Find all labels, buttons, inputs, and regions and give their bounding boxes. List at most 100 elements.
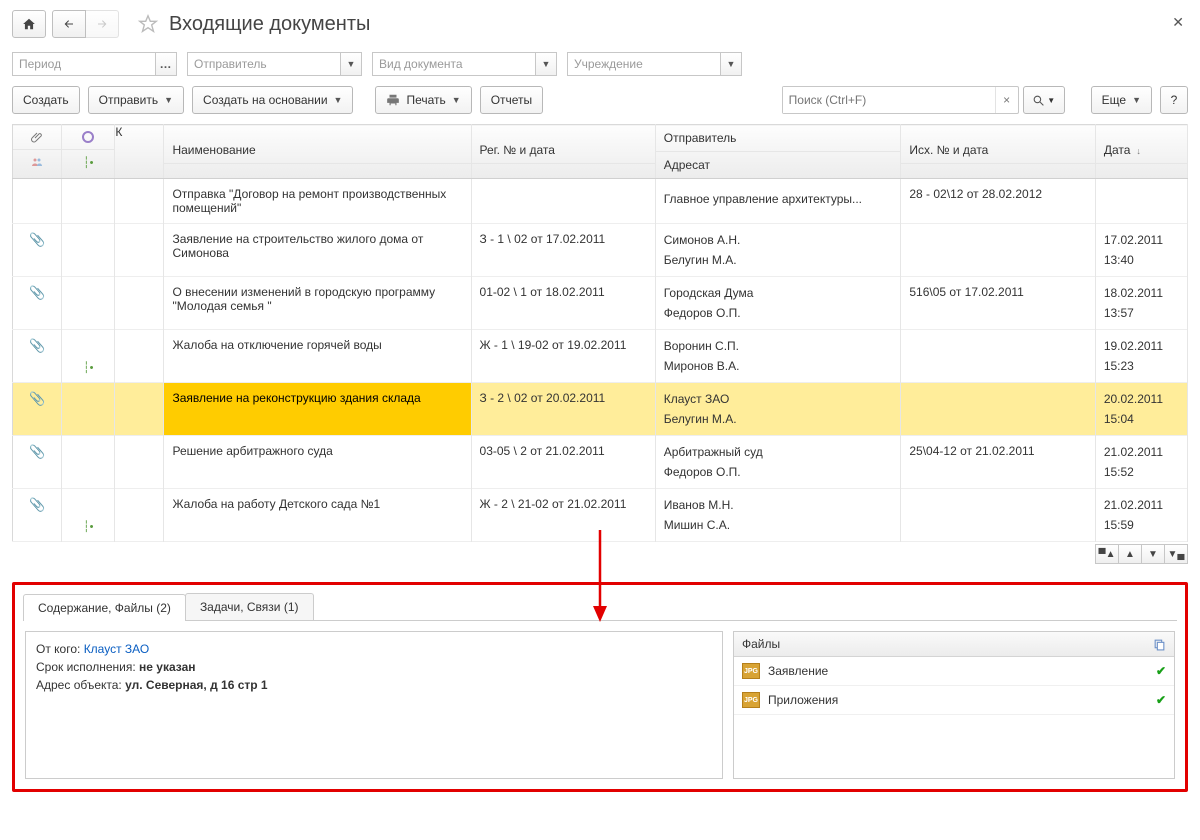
files-header: Файлы (742, 637, 780, 651)
cell-sender: Воронин С.П.Миронов В.А. (655, 330, 901, 383)
favorite-star-button[interactable] (137, 13, 159, 35)
cell-date: 18.02.201113:57 (1095, 277, 1187, 330)
cell-outgoing (901, 383, 1095, 436)
sender-picker[interactable]: ▼ (187, 52, 362, 76)
col-attachment[interactable] (13, 125, 62, 179)
prev-page-button[interactable]: ▲ (1119, 544, 1142, 564)
caret-down-icon: ▼ (347, 59, 356, 69)
ellipsis-icon: … (160, 57, 173, 71)
cell-date: 21.02.201115:59 (1095, 489, 1187, 542)
sender-input[interactable] (187, 52, 340, 76)
doctype-input[interactable] (372, 52, 535, 76)
paperclip-icon: 📎 (29, 338, 45, 353)
search-input[interactable] (783, 87, 995, 113)
back-button[interactable] (52, 10, 86, 38)
cell-sender: Иванов М.Н.Мишин С.А. (655, 489, 901, 542)
cell-reg: 03-05 \ 2 от 21.02.2011 (471, 436, 655, 489)
detail-panel: Содержание, Файлы (2) Задачи, Связи (1) … (12, 582, 1188, 792)
last-page-button[interactable]: ▼▄ (1165, 544, 1188, 564)
period-picker[interactable]: … (12, 52, 177, 76)
table-row[interactable]: 📎О внесении изменений в городскую програ… (13, 277, 1188, 330)
cell-name: Жалоба на работу Детского сада №1 (164, 489, 471, 542)
magnifier-icon (1032, 94, 1045, 107)
tree-icon: ┆• (83, 362, 93, 374)
doctype-picker[interactable]: ▼ (372, 52, 557, 76)
sender-dropdown-button[interactable]: ▼ (340, 52, 362, 76)
close-button[interactable]: ✕ (1172, 14, 1184, 31)
summary-pane: От кого: Клауст ЗАО Срок исполнения: не … (25, 631, 723, 779)
cell-name: Жалоба на отключение горячей воды (164, 330, 471, 383)
period-more-button[interactable]: … (155, 52, 177, 76)
caret-down-icon: ▼ (1047, 96, 1055, 105)
org-input[interactable] (567, 52, 720, 76)
page-title: Входящие документы (169, 13, 370, 36)
address-label: Адрес объекта: (36, 678, 125, 692)
col-date[interactable]: Дата↓ (1095, 125, 1187, 179)
copy-icon (1153, 638, 1166, 651)
table-row[interactable]: 📎 Заявление на реконструкцию здания склад… (13, 383, 1188, 436)
cell-sender: Клауст ЗАОБелугин М.А. (655, 383, 901, 436)
from-link[interactable]: Клауст ЗАО (84, 642, 150, 656)
table-row[interactable]: 📎Заявление на строительство жилого дома … (13, 224, 1188, 277)
col-outgoing[interactable]: Исх. № и дата (901, 125, 1095, 179)
org-dropdown-button[interactable]: ▼ (720, 52, 742, 76)
tab-tasks-links[interactable]: Задачи, Связи (1) (185, 593, 314, 620)
col-reg[interactable]: Рег. № и дата (471, 125, 655, 179)
table-row[interactable]: 📎Решение арбитражного суда03-05 \ 2 от 2… (13, 436, 1188, 489)
home-button[interactable] (12, 10, 46, 38)
table-row[interactable]: 📎┆•Жалоба на отключение горячей водыЖ - … (13, 330, 1188, 383)
create-button[interactable]: Создать (12, 86, 80, 114)
deadline-value: не указан (139, 660, 195, 674)
table-row[interactable]: 📎 ┆• Жалоба на работу Детского сада №1Ж - … (13, 489, 1188, 542)
cell-reg: 01-02 \ 1 от 18.02.2011 (471, 277, 655, 330)
table-row[interactable]: Отправка "Договор на ремонт производстве… (13, 179, 1188, 224)
col-sender[interactable]: Отправитель Адресат (655, 125, 901, 179)
users-icon (30, 156, 44, 168)
file-row[interactable]: JPGПриложения✔ (734, 686, 1174, 715)
cell-outgoing (901, 489, 1095, 542)
home-icon (22, 17, 36, 31)
paperclip-icon: 📎 (29, 285, 45, 300)
forward-button[interactable] (86, 10, 119, 38)
reports-button[interactable]: Отчеты (480, 86, 543, 114)
tree-icon: ┆• (83, 521, 93, 533)
paperclip-icon: 📎 (29, 444, 45, 459)
star-icon (137, 13, 159, 35)
cell-sender: Арбитражный судФедоров О.П. (655, 436, 901, 489)
caret-down-icon: ▼ (164, 95, 173, 105)
paperclip-icon: 📎 (29, 232, 45, 247)
create-based-button[interactable]: Создать на основании▼ (192, 86, 353, 114)
tab-content-files[interactable]: Содержание, Файлы (2) (23, 594, 186, 621)
cell-reg: Ж - 2 \ 21-02 от 21.02.2011 (471, 489, 655, 542)
more-button[interactable]: Еще▼ (1091, 86, 1152, 114)
print-button[interactable]: Печать▼ (375, 86, 471, 114)
period-input[interactable] (12, 52, 155, 76)
cell-date: 19.02.201115:23 (1095, 330, 1187, 383)
cell-name: Заявление на реконструкцию здания склада (164, 383, 471, 436)
send-button[interactable]: Отправить▼ (88, 86, 184, 114)
documents-table: ┆• К Наименование Рег. № и дата Отправит… (12, 124, 1188, 542)
paperclip-icon: 📎 (29, 497, 45, 512)
next-page-button[interactable]: ▼ (1142, 544, 1165, 564)
search-clear-button[interactable]: × (995, 87, 1018, 113)
paperclip-icon: 📎 (29, 391, 45, 406)
file-row[interactable]: JPGЗаявление✔ (734, 657, 1174, 686)
caret-down-icon: ▼ (334, 95, 343, 105)
printer-icon (386, 93, 400, 107)
help-button[interactable]: ? (1160, 86, 1188, 114)
file-name: Приложения (768, 693, 838, 707)
first-page-button[interactable]: ▀▲ (1095, 544, 1119, 564)
col-name[interactable]: Наименование (164, 125, 471, 179)
doctype-dropdown-button[interactable]: ▼ (535, 52, 557, 76)
caret-down-icon: ▼ (1132, 95, 1141, 105)
cell-reg: З - 2 \ 02 от 20.02.2011 (471, 383, 655, 436)
org-picker[interactable]: ▼ (567, 52, 742, 76)
cell-outgoing: 516\05 от 17.02.2011 (901, 277, 1095, 330)
col-status[interactable]: ┆• (62, 125, 115, 179)
file-name: Заявление (768, 664, 828, 678)
file-icon: JPG (742, 692, 760, 708)
col-k[interactable]: К (115, 125, 164, 179)
copy-files-button[interactable] (1153, 638, 1166, 651)
cell-date: 21.02.201115:52 (1095, 436, 1187, 489)
search-button[interactable]: ▼ (1023, 86, 1065, 114)
